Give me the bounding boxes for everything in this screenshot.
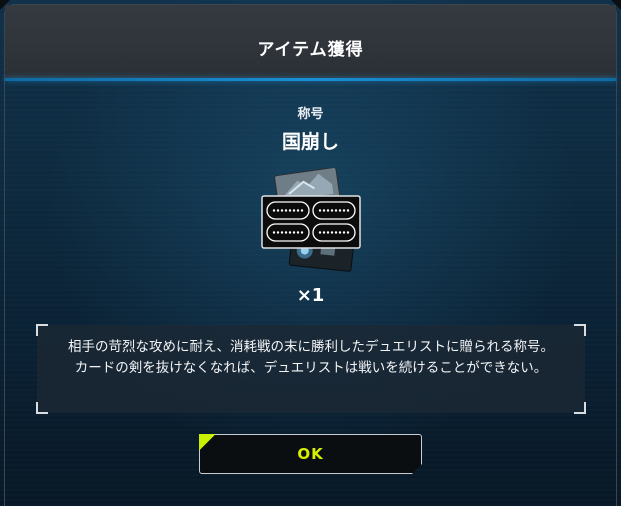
- description-box: 相手の苛烈な攻めに耐え、消耗戦の末に勝利したデュエリストに贈られる称号。 カード…: [36, 324, 586, 414]
- item-category: 称号: [297, 107, 324, 122]
- title-card-stack-icon: [258, 167, 364, 274]
- item-quantity: ×1: [296, 285, 325, 306]
- corner-bracket-tr: [574, 324, 586, 336]
- header-divider: [5, 78, 616, 81]
- item-name: 国崩し: [281, 131, 339, 153]
- item-acquired-dialog: アイテム獲得 称号 国崩し ×1 相手の苛烈な攻めに耐え、消耗戦の末に勝利したデ…: [0, 0, 621, 506]
- ok-button[interactable]: OK: [199, 434, 422, 474]
- corner-bracket-br: [574, 402, 586, 414]
- dialog-header: アイテム獲得: [5, 5, 616, 78]
- item-description: 相手の苛烈な攻めに耐え、消耗戦の末に勝利したデュエリストに贈られる称号。 カード…: [68, 339, 554, 376]
- dialog-title: アイテム獲得: [257, 40, 364, 60]
- ok-button-label: OK: [297, 445, 324, 463]
- corner-bracket-bl: [36, 402, 48, 414]
- corner-bracket-tl: [36, 324, 48, 336]
